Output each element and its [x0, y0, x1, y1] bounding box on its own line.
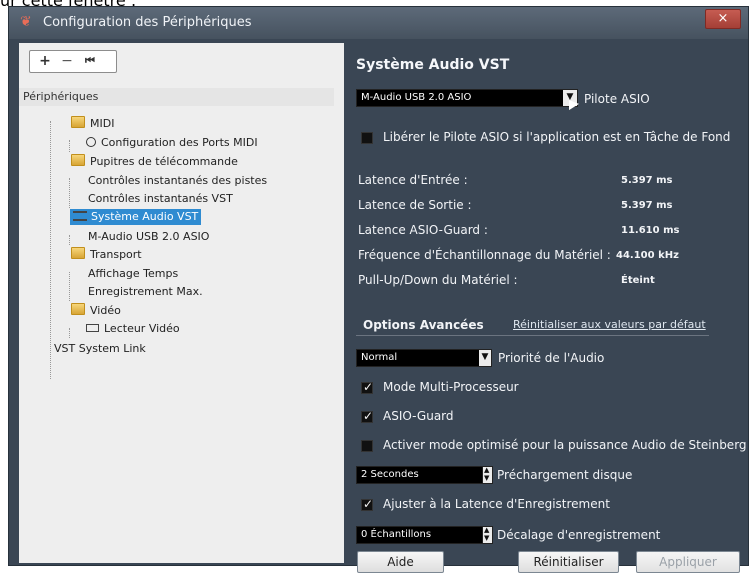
tree-item-remote-devices[interactable]: Pupitres de télécommande: [71, 154, 238, 170]
device-configuration-window: ❦ Configuration des Périphériques × + − …: [8, 6, 749, 573]
sample-rate-label: Fréquence d'Échantillonnage du Matériel …: [358, 248, 611, 262]
audio-settings-panel: Système Audio VST M-Audio USB 2.0 ASIO ▼…: [353, 43, 748, 573]
record-offset-field[interactable]: 0 Échantillons: [356, 526, 483, 544]
multiprocessor-checkbox[interactable]: [361, 380, 373, 394]
chevron-down-icon[interactable]: ▼: [479, 350, 491, 366]
asio-driver-select[interactable]: M-Audio USB 2.0 ASIO ▼: [356, 89, 578, 107]
reset-defaults-link[interactable]: Réinitialiser aux valeurs par défaut: [513, 318, 706, 331]
window-title: Configuration des Périphériques: [43, 15, 252, 30]
tree-line: [69, 328, 70, 338]
adjust-latency-label: Ajuster à la Latence d'Enregistrement: [383, 497, 610, 511]
record-offset-value: 0 Échantillons: [361, 529, 432, 540]
release-driver-checkbox[interactable]: [361, 132, 373, 144]
asio-guard-label: ASIO-Guard: [383, 409, 454, 423]
devices-panel: + − ⏮ Périphériques MIDI Configuration d…: [19, 43, 344, 563]
audio-section-title: Système Audio VST: [356, 57, 510, 73]
multiprocessor-label: Mode Multi-Processeur: [383, 380, 519, 394]
record-offset-label: Décalage d'enregistrement: [497, 528, 661, 542]
midi-port-icon: [86, 137, 96, 147]
window-titlebar: ❦ Configuration des Périphériques ×: [9, 7, 748, 39]
sample-rate-value: 44.100 kHz: [616, 250, 679, 261]
steinberg-mode-label: Activer mode optimisé pour la puissance …: [383, 438, 747, 452]
disk-preload-label: Préchargement disque: [497, 468, 633, 482]
devices-header: Périphériques: [19, 88, 334, 106]
tree-item-record-max[interactable]: Enregistrement Max.: [88, 284, 203, 300]
advanced-divider: [356, 335, 709, 336]
folder-icon: [71, 247, 85, 259]
remove-icon[interactable]: −: [58, 52, 76, 70]
help-button[interactable]: Aide: [357, 551, 444, 573]
disk-preload-stepper[interactable]: [482, 466, 493, 484]
asio-driver-label: Pilote ASIO: [584, 92, 650, 106]
add-icon[interactable]: +: [36, 52, 54, 70]
reset-button[interactable]: Réinitialiser: [518, 551, 619, 573]
release-driver-label: Libérer le Pilote ASIO si l'application …: [383, 130, 731, 144]
tree-item-transport[interactable]: Transport: [71, 247, 142, 263]
audio-priority-value: Normal: [361, 352, 398, 363]
tree-item-midi-ports[interactable]: Configuration des Ports MIDI: [86, 135, 258, 151]
reset-icon[interactable]: ⏮: [81, 52, 99, 70]
tree-line: [69, 140, 70, 152]
tree-item-video-player[interactable]: Lecteur Vidéo: [86, 321, 180, 337]
close-icon[interactable]: ×: [705, 9, 741, 29]
input-latency-label: Latence d'Entrée :: [358, 173, 468, 187]
disk-preload-field[interactable]: 2 Secondes: [356, 466, 483, 484]
folder-icon: [71, 154, 85, 166]
asio-driver-value: M-Audio USB 2.0 ASIO: [361, 92, 472, 103]
disk-preload-value: 2 Secondes: [361, 469, 419, 480]
asio-guard-checkbox[interactable]: [361, 409, 373, 423]
folder-icon: [71, 303, 85, 315]
input-latency-value: 5.397 ms: [621, 175, 673, 186]
tree-item-vst-quick-controls[interactable]: Contrôles instantanés VST: [88, 191, 233, 207]
app-icon: ❦: [20, 14, 32, 30]
steinberg-mode-checkbox[interactable]: [361, 440, 373, 452]
tree-line: [50, 121, 51, 379]
adjust-latency-checkbox[interactable]: [361, 497, 373, 511]
asio-guard-latency-label: Latence ASIO-Guard :: [358, 223, 488, 237]
advanced-options-label: Options Avancées: [363, 318, 484, 332]
tree-line: [69, 235, 70, 245]
audio-priority-label: Priorité de l'Audio: [498, 351, 605, 365]
tree-item-vst-audio-system[interactable]: Système Audio VST: [70, 209, 202, 225]
tree-item-track-quick-controls[interactable]: Contrôles instantanés des pistes: [88, 173, 267, 189]
mouse-cursor-icon: [569, 102, 579, 116]
tree-item-video[interactable]: Vidéo: [71, 303, 121, 319]
tree-item-time-display[interactable]: Affichage Temps: [88, 266, 178, 282]
pull-up-down-label: Pull-Up/Down du Matériel :: [358, 273, 518, 287]
tree-item-midi[interactable]: MIDI: [71, 116, 114, 132]
apply-button[interactable]: Appliquer: [636, 551, 740, 573]
tree-item-m-audio-asio[interactable]: M-Audio USB 2.0 ASIO: [88, 229, 209, 245]
pull-up-down-value: Éteint: [621, 275, 655, 286]
device-toolbar: + − ⏮: [29, 50, 117, 73]
output-latency-label: Latence de Sortie :: [358, 198, 472, 212]
record-offset-stepper[interactable]: [482, 526, 493, 544]
audio-system-icon: [73, 211, 87, 221]
audio-priority-select[interactable]: Normal ▼: [356, 349, 492, 367]
video-player-icon: [86, 324, 99, 332]
tree-line: [69, 272, 70, 301]
asio-guard-latency-value: 11.610 ms: [621, 225, 680, 236]
tree-line: [69, 178, 70, 208]
tree-item-vst-system-link[interactable]: VST System Link: [54, 341, 146, 357]
folder-icon: [71, 116, 85, 128]
output-latency-value: 5.397 ms: [621, 200, 673, 211]
